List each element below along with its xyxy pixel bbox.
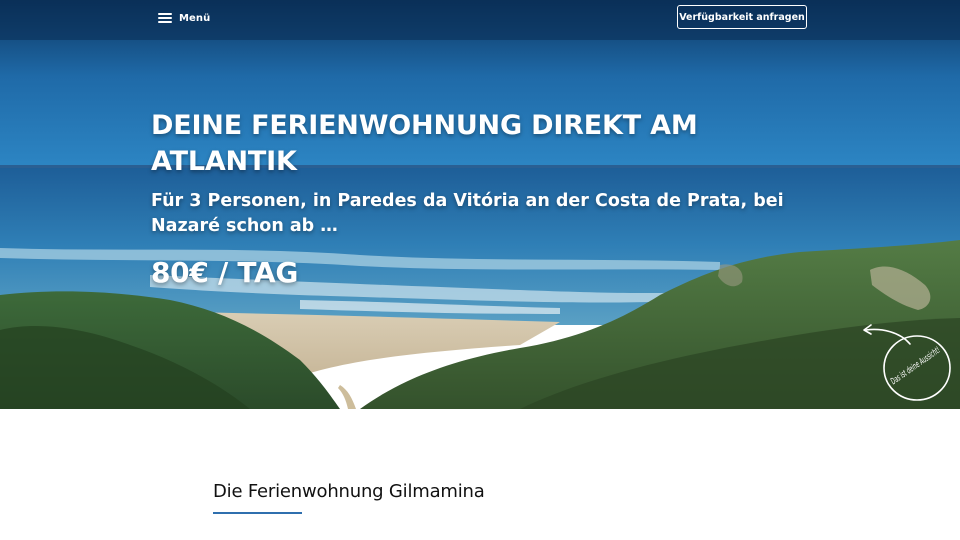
hamburger-icon [158, 13, 172, 23]
request-availability-button[interactable]: Verfügbarkeit anfragen [677, 5, 807, 29]
top-navigation-bar: Menü Verfügbarkeit anfragen [0, 0, 960, 36]
hero-price: 80€ / TAG [151, 256, 299, 289]
hero-title: DEINE FERIENWOHNUNG DIREKT AM ATLANTIK [151, 110, 698, 177]
section-title-underline [213, 512, 302, 514]
stamp-text: Das ist deine Aussicht! [889, 346, 942, 387]
view-stamp-badge: Das ist deine Aussicht! [863, 324, 951, 401]
curved-arrow-icon [863, 324, 911, 345]
hero-section: Menü Verfügbarkeit anfragen DEINE FERIEN… [0, 0, 960, 409]
section-title: Die Ferienwohnung Gilmamina [213, 481, 485, 502]
hero-subtitle: Für 3 Personen, in Paredes da Vitória an… [151, 191, 784, 236]
menu-label: Menü [179, 12, 211, 24]
menu-button[interactable]: Menü [158, 10, 210, 26]
